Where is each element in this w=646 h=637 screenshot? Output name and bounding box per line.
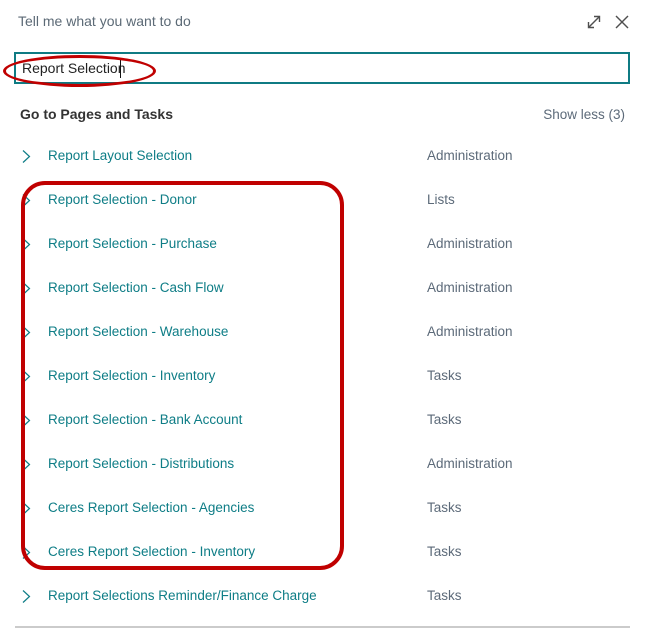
result-link[interactable]: Ceres Report Selection - Agencies <box>48 497 254 519</box>
result-category: Administration <box>427 145 513 167</box>
result-row[interactable]: Report Selection - Cash Flow Administrat… <box>0 277 646 299</box>
chevron-right-icon[interactable] <box>22 237 31 252</box>
result-link[interactable]: Report Selection - Bank Account <box>48 409 242 431</box>
chevron-right-icon[interactable] <box>22 413 31 428</box>
result-link[interactable]: Report Selection - Cash Flow <box>48 277 224 299</box>
chevron-right-icon[interactable] <box>22 325 31 340</box>
result-link[interactable]: Report Selection - Purchase <box>48 233 217 255</box>
result-row[interactable]: Report Selections Reminder/Finance Charg… <box>0 585 646 607</box>
result-category: Lists <box>427 189 455 211</box>
chevron-right-icon[interactable] <box>22 545 31 560</box>
result-link[interactable]: Report Selection - Warehouse <box>48 321 228 343</box>
result-category: Tasks <box>427 409 462 431</box>
result-row[interactable]: Report Selection - Bank Account Tasks <box>0 409 646 431</box>
result-category: Tasks <box>427 541 462 563</box>
result-category: Administration <box>427 233 513 255</box>
tell-me-dialog: Tell me what you want to do Go to Pages … <box>0 0 646 637</box>
result-row[interactable]: Report Selection - Purchase Administrati… <box>0 233 646 255</box>
chevron-right-icon[interactable] <box>22 281 31 296</box>
chevron-right-icon[interactable] <box>22 149 31 164</box>
result-row[interactable]: Report Selection - Inventory Tasks <box>0 365 646 387</box>
result-link[interactable]: Report Layout Selection <box>48 145 192 167</box>
result-link[interactable]: Report Selection - Distributions <box>48 453 234 475</box>
chevron-right-icon[interactable] <box>22 369 31 384</box>
result-link[interactable]: Report Selection - Donor <box>48 189 197 211</box>
results-list: Report Layout Selection Administration R… <box>0 0 646 637</box>
result-row[interactable]: Ceres Report Selection - Agencies Tasks <box>0 497 646 519</box>
result-row[interactable]: Report Layout Selection Administration <box>0 145 646 167</box>
chevron-right-icon[interactable] <box>22 457 31 472</box>
result-link[interactable]: Report Selections Reminder/Finance Charg… <box>48 585 317 607</box>
result-link[interactable]: Ceres Report Selection - Inventory <box>48 541 255 563</box>
result-row[interactable]: Report Selection - Warehouse Administrat… <box>0 321 646 343</box>
chevron-right-icon[interactable] <box>22 501 31 516</box>
chevron-right-icon[interactable] <box>22 589 31 604</box>
result-row[interactable]: Ceres Report Selection - Inventory Tasks <box>0 541 646 563</box>
result-row[interactable]: Report Selection - Distributions Adminis… <box>0 453 646 475</box>
result-row[interactable]: Report Selection - Donor Lists <box>0 189 646 211</box>
result-category: Tasks <box>427 497 462 519</box>
result-category: Administration <box>427 321 513 343</box>
bottom-divider <box>15 626 630 628</box>
chevron-right-icon[interactable] <box>22 193 31 208</box>
result-category: Tasks <box>427 585 462 607</box>
result-category: Administration <box>427 277 513 299</box>
result-category: Administration <box>427 453 513 475</box>
result-category: Tasks <box>427 365 462 387</box>
result-link[interactable]: Report Selection - Inventory <box>48 365 215 387</box>
